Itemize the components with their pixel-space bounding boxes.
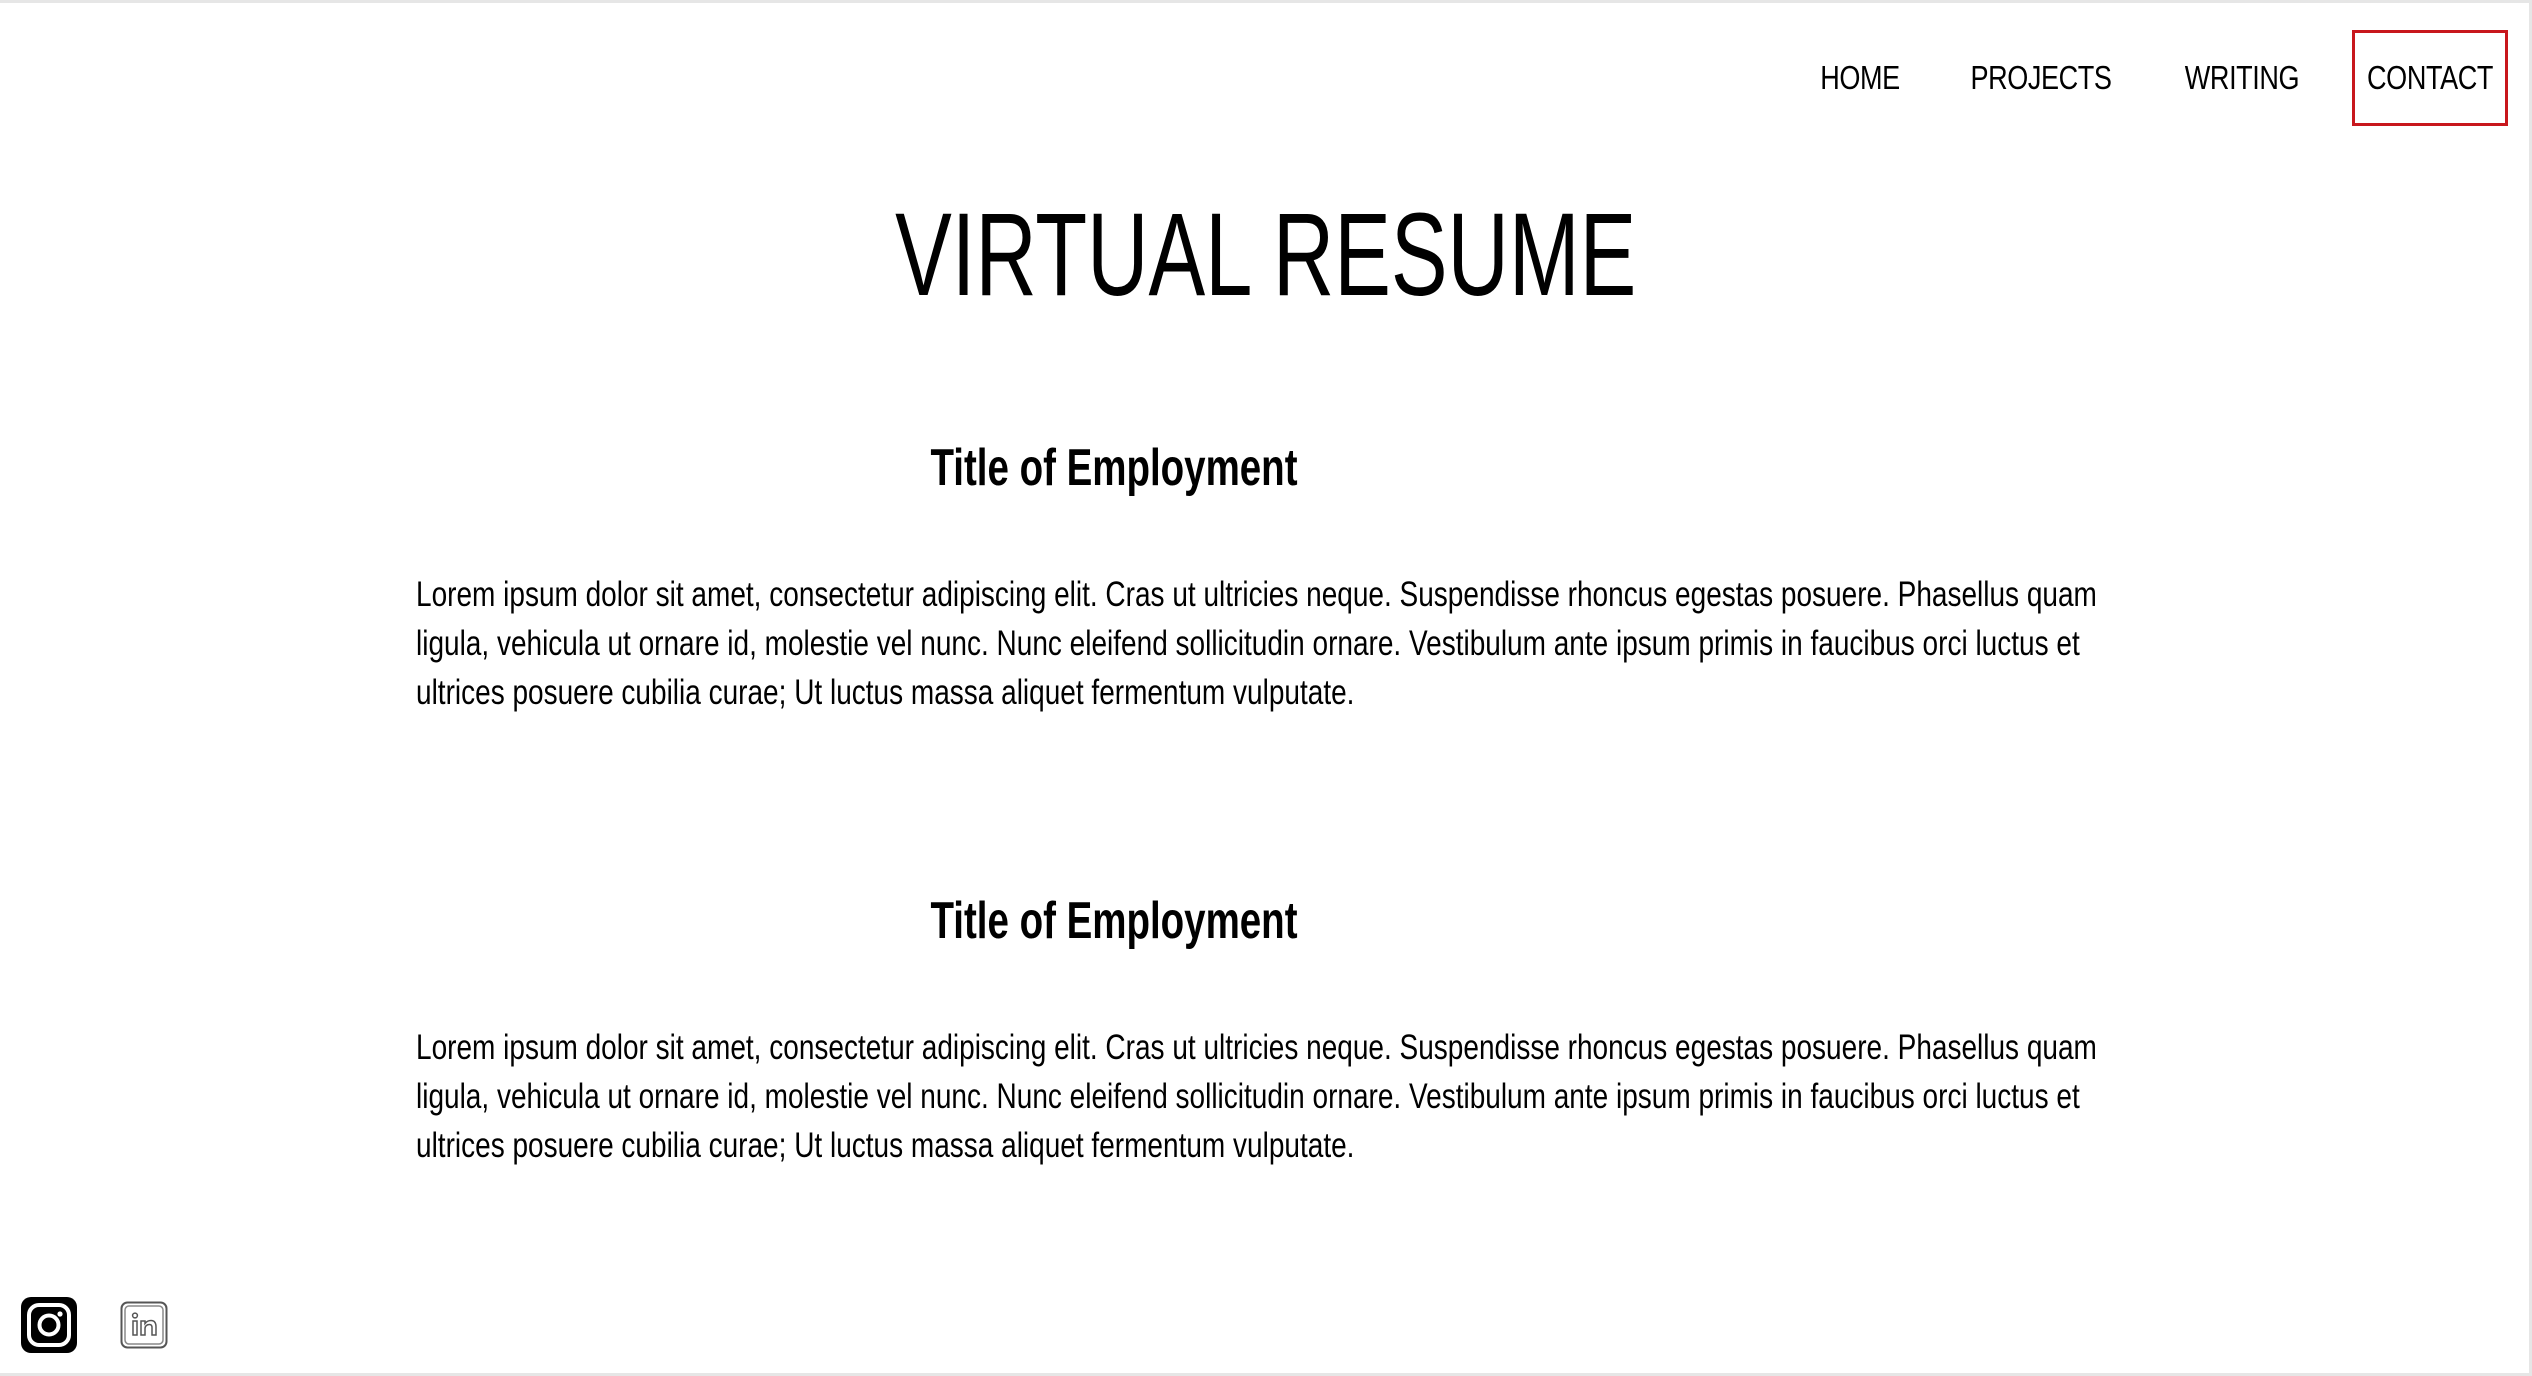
employment-entry: Title of Employment Lorem ipsum dolor si… xyxy=(416,883,2116,1170)
employment-description: Lorem ipsum dolor sit amet, consectetur … xyxy=(416,1028,2097,1165)
instagram-icon[interactable] xyxy=(20,1296,78,1354)
employment-entry: Title of Employment Lorem ipsum dolor si… xyxy=(416,430,2116,717)
employment-title: Title of Employment xyxy=(264,883,1964,959)
page-title: VIRTUAL RESUME xyxy=(0,185,2532,325)
social-links xyxy=(20,1296,168,1354)
linkedin-icon[interactable] xyxy=(120,1301,168,1349)
employment-description: Lorem ipsum dolor sit amet, consectetur … xyxy=(416,575,2097,712)
nav-link-writing[interactable]: WRITING xyxy=(2185,30,2300,126)
page-title-text: VIRTUAL RESUME xyxy=(895,189,1637,321)
employment-title: Title of Employment xyxy=(264,430,1964,506)
nav-link-contact[interactable]: CONTACT xyxy=(2367,59,2493,97)
nav-link-contact-highlight[interactable]: CONTACT xyxy=(2352,30,2508,126)
employment-title-text: Title of Employment xyxy=(930,439,1298,497)
main-navigation: HOME PROJECTS WRITING CONTACT xyxy=(1804,30,2508,126)
employment-title-text: Title of Employment xyxy=(930,892,1298,950)
nav-link-home[interactable]: HOME xyxy=(1814,30,1906,126)
nav-link-projects[interactable]: PROJECTS xyxy=(1970,30,2111,126)
